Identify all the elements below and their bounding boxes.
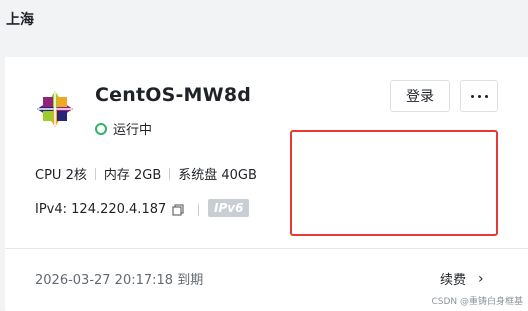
running-status-icon [95, 122, 107, 135]
divider [94, 167, 96, 180]
disk-spec: 系统盘 40GB [178, 168, 257, 183]
instance-card: CentOS-MW8d 运行中 登录 CPU 2核 内存 2GB 系统盘 40G… [5, 57, 528, 311]
chevron-right-icon[interactable]: › [478, 271, 484, 287]
divider [198, 204, 199, 216]
more-actions-button[interactable] [460, 80, 498, 112]
login-button[interactable]: 登录 [390, 80, 450, 112]
ipv6-badge: IPv6 [208, 199, 250, 217]
status-indicator: 运行中 [95, 119, 152, 138]
status-text: 运行中 [113, 123, 153, 138]
memory-spec: 内存 2GB [103, 168, 162, 183]
watermark: CSDN @重铸白身框基 [431, 297, 523, 307]
card-divider [5, 248, 528, 249]
copy-icon[interactable] [172, 203, 184, 216]
ipv4-address: IPv4: 124.220.4.187 [35, 202, 167, 217]
renew-link[interactable]: 续费 › [440, 269, 484, 289]
cpu-spec: CPU 2核 [35, 168, 87, 183]
more-horizontal-icon [469, 94, 490, 98]
centos-logo-icon [37, 91, 73, 127]
highlight-box [290, 130, 498, 236]
instance-specs: CPU 2核 内存 2GB 系统盘 40GB [35, 164, 257, 183]
instance-name[interactable]: CentOS-MW8d [95, 84, 251, 106]
ipv4-row: IPv4: 124.220.4.187 [35, 202, 184, 217]
region-title: 上海 [6, 12, 34, 28]
expire-date: 2026-03-27 20:17:18 到期 [35, 273, 204, 288]
renew-label[interactable]: 续费 [440, 269, 466, 288]
divider [169, 167, 171, 180]
